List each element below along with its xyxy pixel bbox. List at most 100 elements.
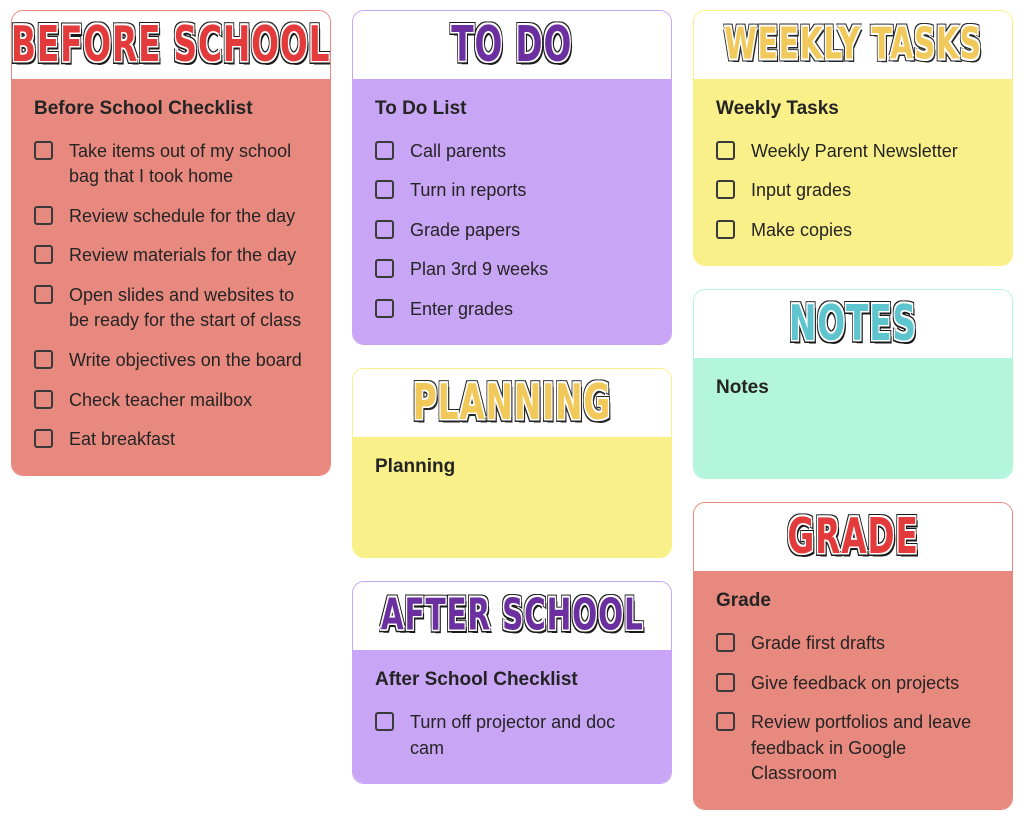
check-item[interactable]: Review schedule for the day <box>34 204 308 230</box>
card-subtitle-planning: Planning <box>375 456 456 478</box>
checkbox-icon[interactable] <box>375 259 394 279</box>
banner-title-notes: NOTES <box>789 296 917 353</box>
banner-title-to-do: TO DO <box>451 16 573 74</box>
check-item-label: Input grades <box>751 180 852 201</box>
checkbox-icon[interactable] <box>716 140 735 160</box>
card-header-after-school: AFTER SCHOOL <box>353 582 671 651</box>
checkbox-icon[interactable] <box>34 389 53 409</box>
checkbox-icon[interactable] <box>375 219 394 239</box>
card-weekly-tasks[interactable]: WEEKLY TASKS Weekly Tasks Weekly Parent … <box>693 10 1013 267</box>
checkbox-icon[interactable] <box>375 180 394 200</box>
card-body-weekly-tasks: Weekly Tasks Weekly Parent Newsletter In… <box>694 79 1012 266</box>
checklist-after-school: Turn off projector and doc cam <box>375 710 649 761</box>
checkbox-icon[interactable] <box>34 140 53 160</box>
checklist-weekly-tasks: Weekly Parent Newsletter Input grades Ma… <box>716 139 990 244</box>
check-item[interactable]: Weekly Parent Newsletter <box>716 139 990 165</box>
check-item[interactable]: Open slides and websites to be ready for… <box>34 283 308 334</box>
check-item-label: Weekly Parent Newsletter <box>751 140 958 161</box>
card-to-do[interactable]: TO DO To Do List Call parents Turn in re… <box>352 10 672 346</box>
card-subtitle-grade: Grade <box>716 590 771 612</box>
check-item-label: Grade first drafts <box>751 633 886 654</box>
checkbox-icon[interactable] <box>716 633 735 653</box>
checkbox-icon[interactable] <box>716 672 735 692</box>
checklist-board: BEFORE SCHOOL Before School Checklist Ta… <box>0 0 1024 823</box>
card-subtitle-to-do: To Do List <box>375 98 467 119</box>
checklist-grade: Grade first drafts Give feedback on proj… <box>716 631 990 787</box>
check-item[interactable]: Call parents <box>375 139 649 165</box>
check-item[interactable]: Grade papers <box>375 218 649 244</box>
card-header-grade: GRADE <box>694 503 1012 572</box>
check-item-label: Review schedule for the day <box>69 205 296 226</box>
card-body-grade: Grade Grade first drafts Give feedback o… <box>694 571 1012 809</box>
checkbox-icon[interactable] <box>716 712 735 732</box>
card-header-notes: NOTES <box>694 290 1012 359</box>
column-right: WEEKLY TASKS Weekly Tasks Weekly Parent … <box>693 10 1013 823</box>
card-header-planning: PLANNING <box>353 369 671 438</box>
banner-title-grade: GRADE <box>787 509 919 566</box>
checkbox-icon[interactable] <box>375 140 394 160</box>
card-header-before-school: BEFORE SCHOOL <box>12 11 330 79</box>
check-item[interactable]: Review materials for the day <box>34 243 308 269</box>
card-header-to-do: TO DO <box>353 11 671 79</box>
check-item[interactable]: Take items out of my school bag that I t… <box>34 139 308 190</box>
check-item-label: Check teacher mailbox <box>69 389 253 410</box>
card-notes[interactable]: NOTES Notes <box>693 289 1013 480</box>
check-item[interactable]: Check teacher mailbox <box>34 388 308 414</box>
card-body-to-do: To Do List Call parents Turn in reports … <box>353 79 671 345</box>
card-before-school[interactable]: BEFORE SCHOOL Before School Checklist Ta… <box>11 10 331 476</box>
check-item[interactable]: Eat breakfast <box>34 427 308 453</box>
card-body-after-school: After School Checklist Turn off projecto… <box>353 650 671 784</box>
check-item-label: Write objectives on the board <box>69 350 302 371</box>
check-item[interactable]: Grade first drafts <box>716 631 990 657</box>
check-item-label: Grade papers <box>410 219 521 240</box>
card-body-before-school: Before School Checklist Take items out o… <box>12 79 330 475</box>
banner-title-weekly-tasks: WEEKLY TASKS <box>724 19 982 70</box>
check-item[interactable]: Write objectives on the board <box>34 348 308 374</box>
check-item[interactable]: Turn off projector and doc cam <box>375 710 649 761</box>
checklist-to-do: Call parents Turn in reports Grade paper… <box>375 139 649 323</box>
check-item-label: Give feedback on projects <box>751 672 960 693</box>
checkbox-icon[interactable] <box>34 245 53 265</box>
check-item[interactable]: Make copies <box>716 218 990 244</box>
column-left: BEFORE SCHOOL Before School Checklist Ta… <box>11 10 331 499</box>
card-planning[interactable]: PLANNING Planning <box>352 368 672 559</box>
check-item-label: Review portfolios and leave feedback in … <box>751 712 972 784</box>
check-item-label: Eat breakfast <box>69 429 176 450</box>
check-item-label: Make copies <box>751 219 853 240</box>
card-body-notes: Notes <box>694 358 1012 479</box>
checkbox-icon[interactable] <box>375 298 394 318</box>
check-item-label: Turn off projector and doc cam <box>410 712 616 758</box>
banner-title-planning: PLANNING <box>412 375 612 432</box>
check-item[interactable]: Give feedback on projects <box>716 671 990 697</box>
checkbox-icon[interactable] <box>34 284 53 304</box>
checkbox-icon[interactable] <box>34 429 53 449</box>
check-item-label: Take items out of my school bag that I t… <box>69 140 292 187</box>
check-item-label: Enter grades <box>410 298 514 319</box>
checklist-before-school: Take items out of my school bag that I t… <box>34 139 308 453</box>
check-item-label: Call parents <box>410 140 507 161</box>
card-body-planning: Planning <box>353 437 671 558</box>
checkbox-icon[interactable] <box>34 350 53 370</box>
checkbox-icon[interactable] <box>375 712 394 732</box>
check-item[interactable]: Input grades <box>716 178 990 204</box>
column-middle: TO DO To Do List Call parents Turn in re… <box>352 10 672 807</box>
card-subtitle-notes: Notes <box>716 377 769 399</box>
check-item-label: Open slides and websites to be ready for… <box>69 284 302 331</box>
card-grade[interactable]: GRADE Grade Grade first drafts Give feed… <box>693 502 1013 810</box>
card-subtitle-weekly-tasks: Weekly Tasks <box>716 98 839 119</box>
check-item[interactable]: Review portfolios and leave feedback in … <box>716 710 990 787</box>
checkbox-icon[interactable] <box>716 180 735 200</box>
banner-title-after-school: AFTER SCHOOL <box>380 590 644 641</box>
check-item-label: Plan 3rd 9 weeks <box>410 259 549 280</box>
card-after-school[interactable]: AFTER SCHOOL After School Checklist Turn… <box>352 581 672 785</box>
check-item[interactable]: Plan 3rd 9 weeks <box>375 257 649 283</box>
check-item[interactable]: Turn in reports <box>375 178 649 204</box>
checkbox-icon[interactable] <box>34 205 53 225</box>
check-item-label: Review materials for the day <box>69 245 297 266</box>
check-item-label: Turn in reports <box>410 180 527 201</box>
check-item[interactable]: Enter grades <box>375 297 649 323</box>
card-subtitle-after-school: After School Checklist <box>375 669 578 691</box>
checkbox-icon[interactable] <box>716 219 735 239</box>
banner-title-before-school: BEFORE SCHOOL <box>12 16 330 74</box>
card-header-weekly-tasks: WEEKLY TASKS <box>694 11 1012 79</box>
